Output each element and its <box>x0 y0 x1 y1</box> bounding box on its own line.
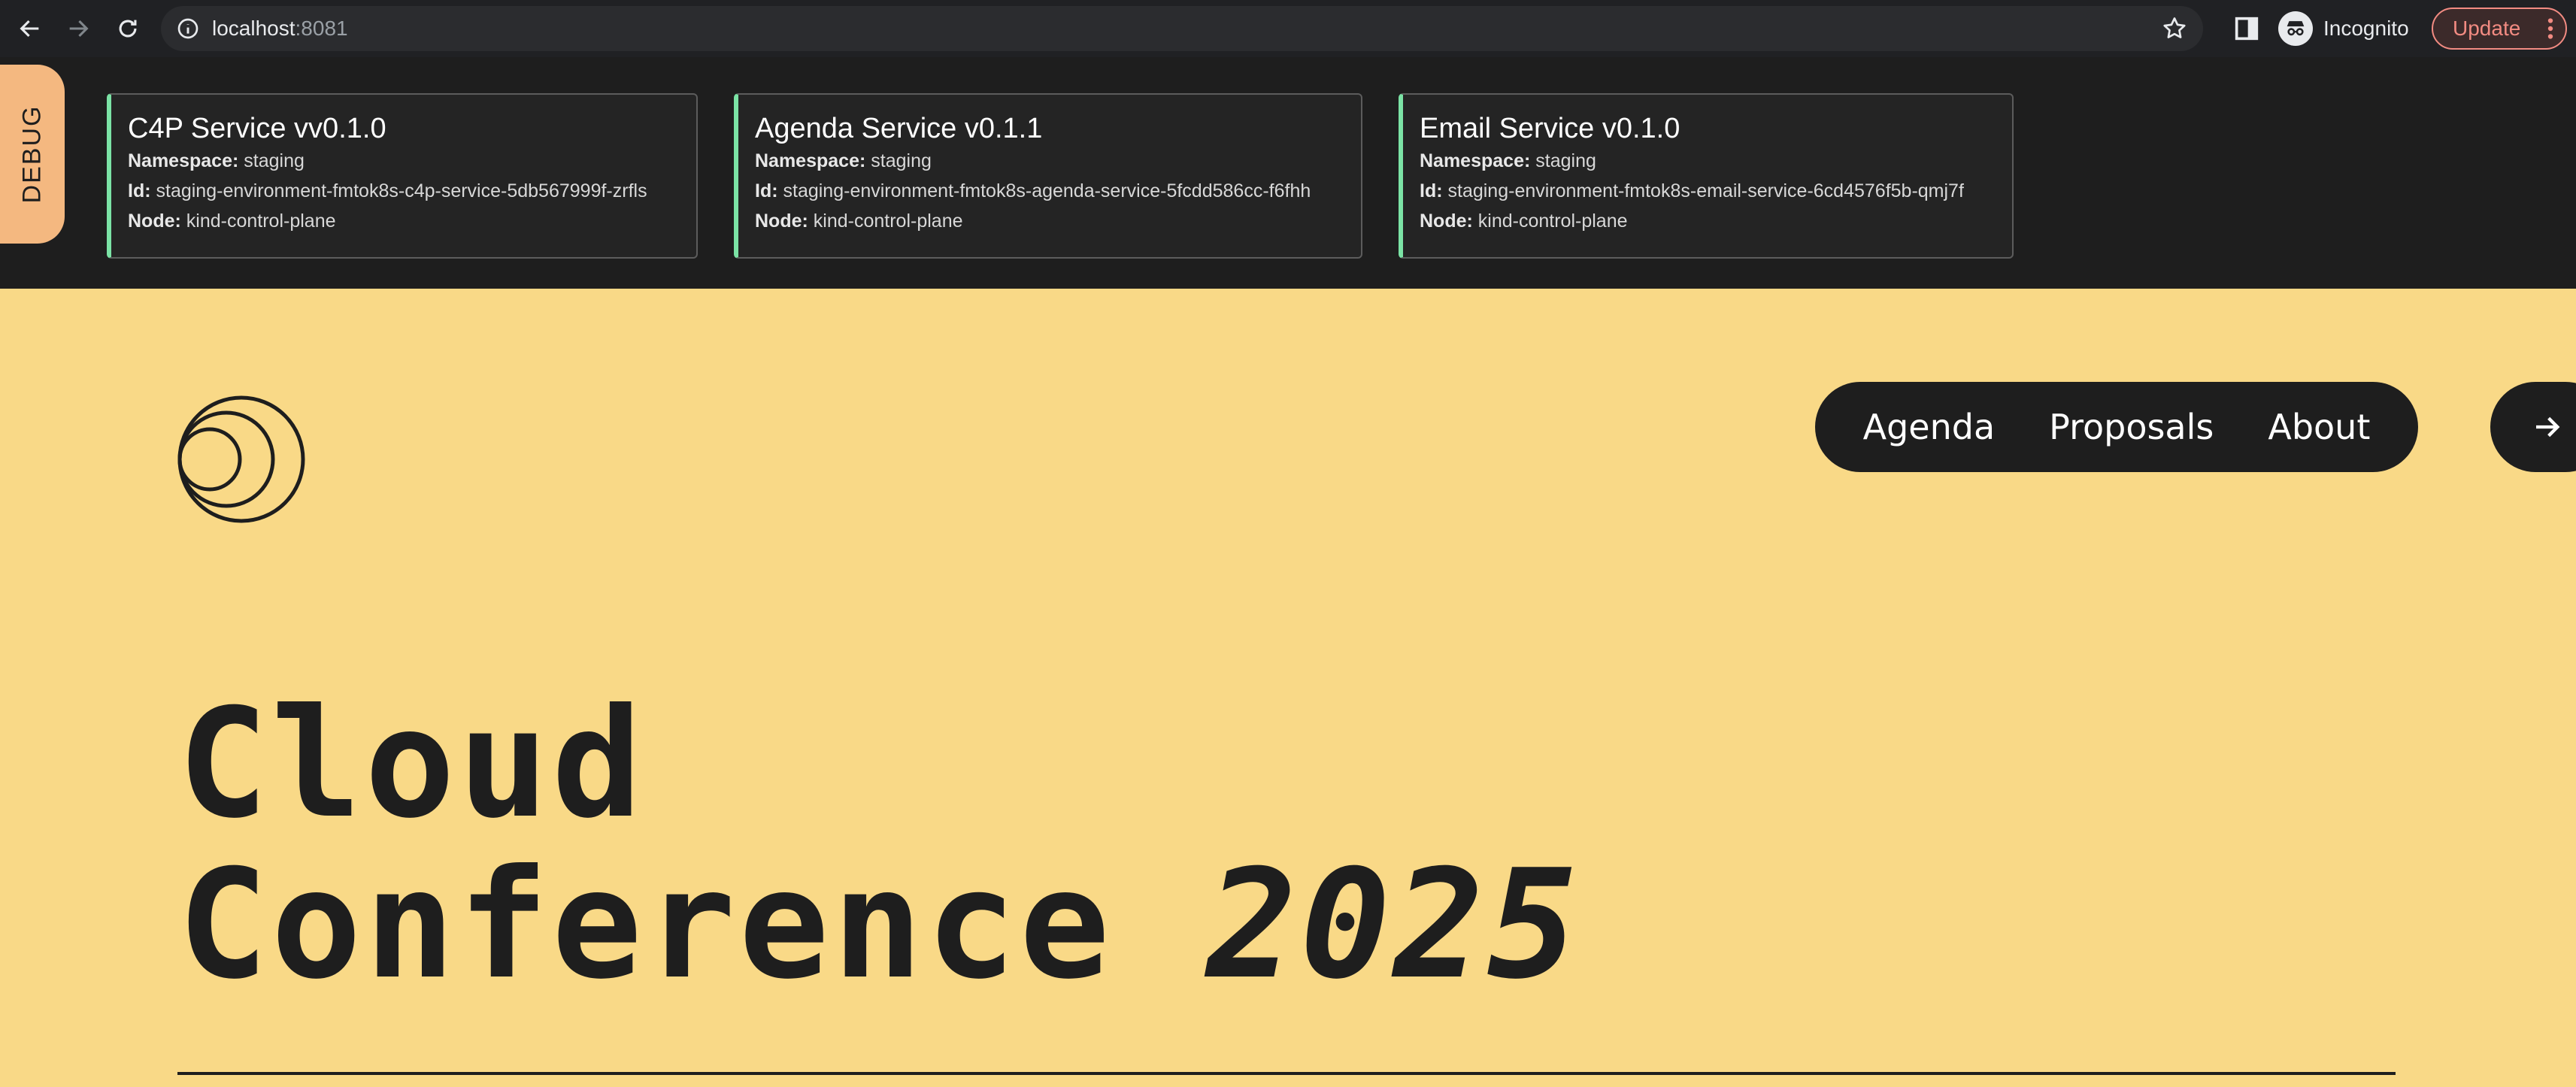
url-port: :8081 <box>295 17 348 40</box>
info-icon[interactable] <box>176 17 200 41</box>
hero-divider <box>177 1072 2396 1075</box>
namespace-value: staging <box>871 150 932 171</box>
id-label: Id: <box>755 180 778 201</box>
hero-line-2: Conference <box>177 837 1207 1013</box>
service-namespace: Namespace: staging <box>755 146 1361 176</box>
service-id: Id: staging-environment-fmtok8s-c4p-serv… <box>128 176 696 206</box>
service-id: Id: staging-environment-fmtok8s-email-se… <box>1420 176 2012 206</box>
service-title: C4P Service vv0.1.0 <box>128 113 386 144</box>
reload-button[interactable] <box>108 9 147 48</box>
node-label: Node: <box>128 210 181 232</box>
back-button[interactable] <box>11 9 50 48</box>
forward-button[interactable] <box>59 9 98 48</box>
more-menu-icon <box>2547 18 2553 39</box>
id-value: staging-environment-fmtok8s-c4p-service-… <box>156 180 647 201</box>
service-node: Node: kind-control-plane <box>755 206 1361 236</box>
conference-logo[interactable] <box>177 395 305 523</box>
namespace-label: Namespace: <box>128 150 239 171</box>
id-value: staging-environment-fmtok8s-agenda-servi… <box>783 180 1311 201</box>
service-card-agenda: Agenda Service v0.1.1 Namespace: staging… <box>734 93 1362 259</box>
id-value: staging-environment-fmtok8s-email-servic… <box>1447 180 1964 201</box>
namespace-value: staging <box>1535 150 1596 171</box>
incognito-label: Incognito <box>2323 17 2409 40</box>
service-node: Node: kind-control-plane <box>1420 206 2012 236</box>
side-panel-icon[interactable] <box>2232 14 2262 44</box>
nav-link-proposals[interactable]: Proposals <box>2049 407 2214 447</box>
namespace-value: staging <box>244 150 305 171</box>
service-card-c4p: C4P Service vv0.1.0 Namespace: staging I… <box>107 93 698 259</box>
browser-toolbar: localhost:8081 Incognito Update <box>0 0 2576 57</box>
service-namespace: Namespace: staging <box>1420 146 2012 176</box>
namespace-label: Namespace: <box>1420 150 1531 171</box>
url-text[interactable]: localhost:8081 <box>212 6 348 51</box>
bookmark-star-icon[interactable] <box>2161 15 2188 42</box>
update-label: Update <box>2453 17 2521 40</box>
main-navigation: Agenda Proposals About <box>1815 382 2418 472</box>
service-title: Email Service v0.1.0 <box>1420 113 1680 144</box>
incognito-icon <box>2278 11 2313 46</box>
service-title: Agenda Service v0.1.1 <box>755 113 1043 144</box>
url-host: localhost <box>212 17 295 40</box>
reload-icon <box>119 20 137 38</box>
incognito-indicator[interactable]: Incognito <box>2278 9 2409 48</box>
arrow-right-icon <box>69 20 89 38</box>
debug-tab-label: DEBUG <box>17 104 47 204</box>
service-id: Id: staging-environment-fmtok8s-agenda-s… <box>755 176 1361 206</box>
update-button[interactable]: Update <box>2432 8 2567 50</box>
node-value: kind-control-plane <box>813 210 963 232</box>
service-card-email: Email Service v0.1.0 Namespace: staging … <box>1399 93 2014 259</box>
id-label: Id: <box>1420 180 1443 201</box>
address-bar[interactable]: localhost:8081 <box>161 6 2203 51</box>
debug-toggle-tab[interactable]: DEBUG <box>0 65 65 244</box>
node-value: kind-control-plane <box>1477 210 1628 232</box>
nav-link-about[interactable]: About <box>2268 407 2370 447</box>
hero-line-1: Cloud <box>177 677 646 852</box>
nav-link-agenda[interactable]: Agenda <box>1863 407 1996 447</box>
node-label: Node: <box>755 210 808 232</box>
arrow-left-icon <box>20 20 39 38</box>
arrow-right-icon <box>2536 416 2560 438</box>
hero-title: Cloud Conference 2025 <box>177 684 1580 1006</box>
node-label: Node: <box>1420 210 1473 232</box>
id-label: Id: <box>128 180 151 201</box>
service-namespace: Namespace: staging <box>128 146 696 176</box>
service-node: Node: kind-control-plane <box>128 206 696 236</box>
hero-year: 2025 <box>1206 837 1581 1013</box>
node-value: kind-control-plane <box>186 210 336 232</box>
next-arrow-button[interactable] <box>2490 382 2576 472</box>
namespace-label: Namespace: <box>755 150 866 171</box>
